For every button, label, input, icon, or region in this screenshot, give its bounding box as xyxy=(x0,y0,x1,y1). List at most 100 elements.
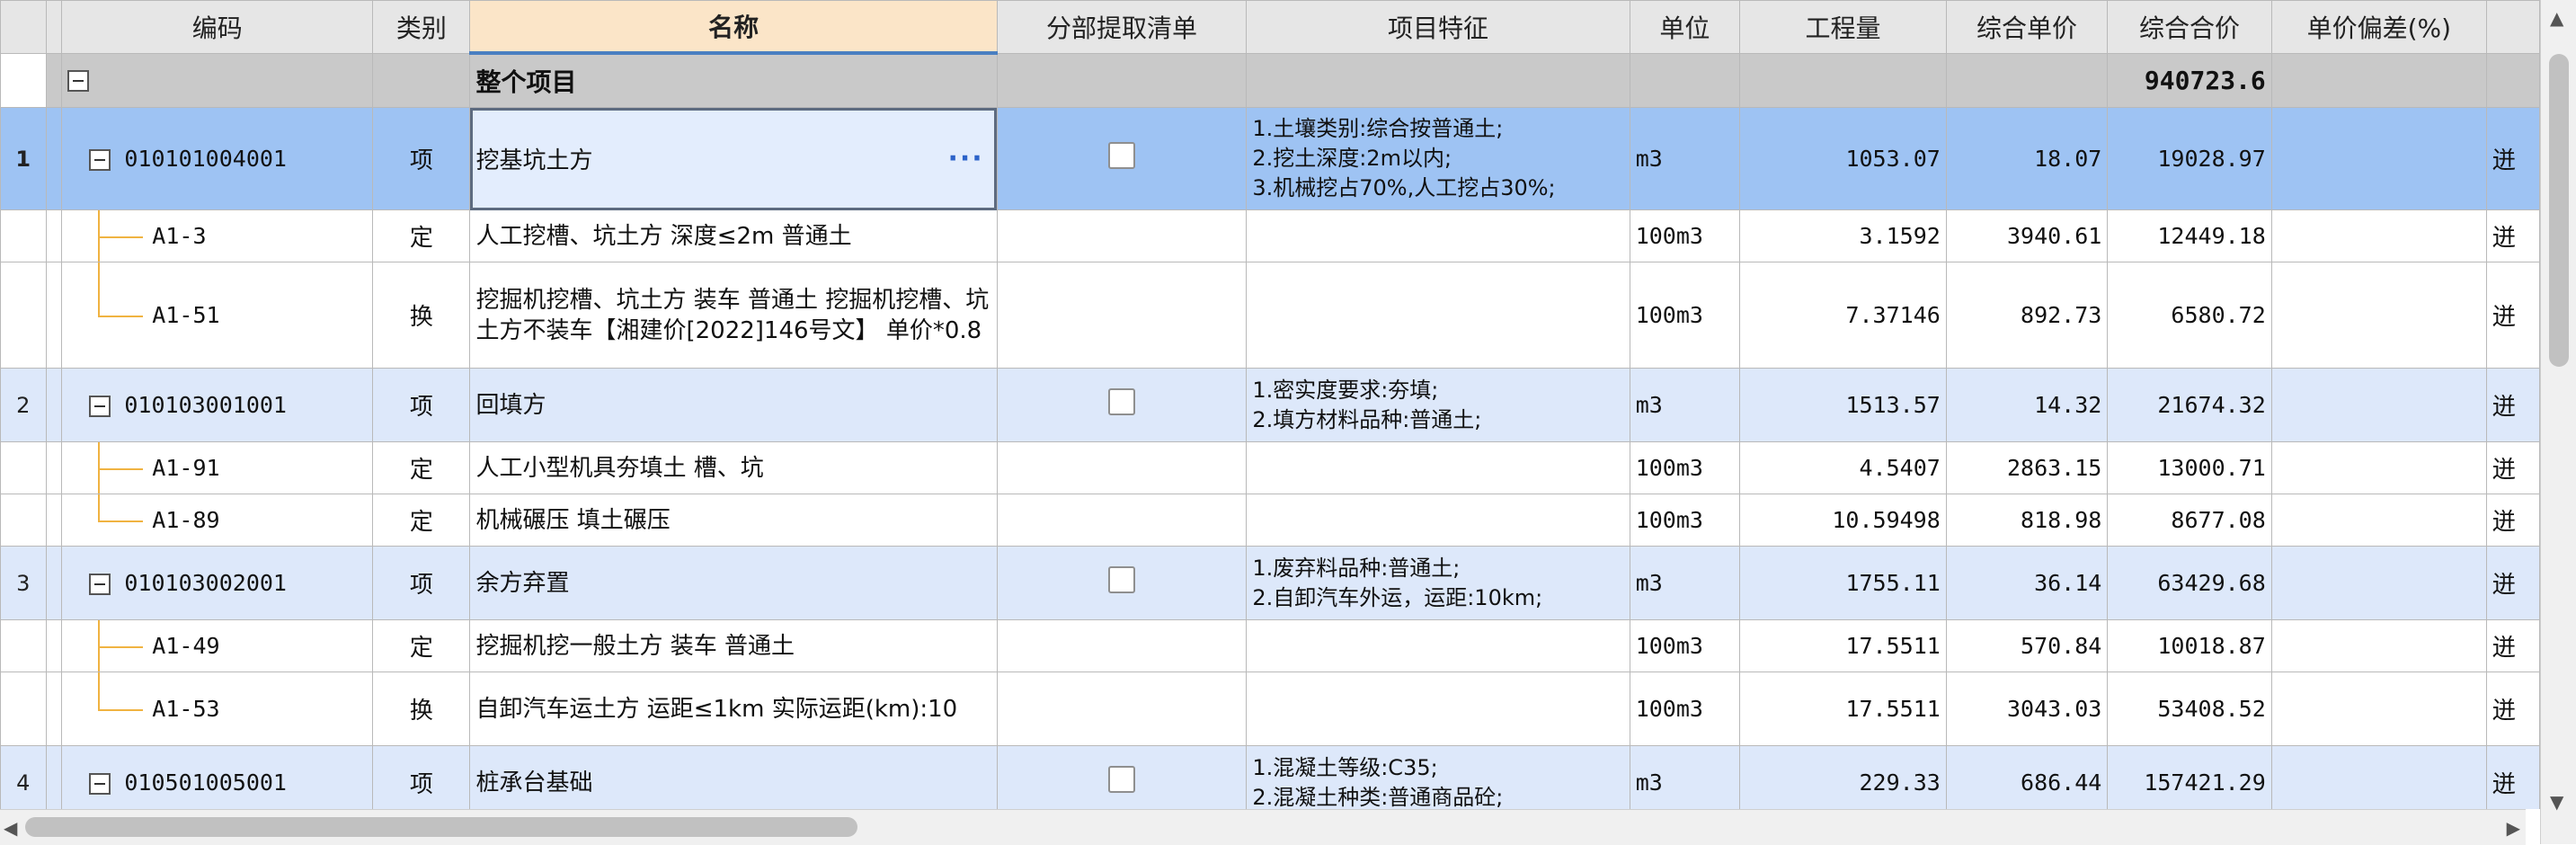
extract-checkbox[interactable] xyxy=(1108,566,1136,593)
column-header-quantity[interactable]: 工程量 xyxy=(1739,0,1947,54)
row-number[interactable] xyxy=(0,52,47,108)
row-number[interactable] xyxy=(0,441,47,494)
code-cell[interactable]: A1-89 xyxy=(61,494,374,547)
category-cell[interactable]: 项 xyxy=(372,546,471,620)
table-row[interactable]: 3 010103002001 项 余方弃置 1.废弃料品种:普通土; 2.自卸汽… xyxy=(0,546,2540,620)
row-number[interactable]: 4 xyxy=(0,745,47,809)
name-cell[interactable]: 人工挖槽、坑土方 深度≤2m 普通土 xyxy=(469,209,998,262)
row-number[interactable] xyxy=(0,262,47,369)
collapse-icon[interactable] xyxy=(67,69,90,92)
code-cell[interactable]: A1-3 xyxy=(61,209,374,262)
row-number[interactable]: 2 xyxy=(0,368,47,442)
deviation-cell[interactable] xyxy=(2270,262,2487,369)
unit-cell[interactable]: 100m3 xyxy=(1629,262,1741,369)
features-cell[interactable]: 1.废弃料品种:普通土; 2.自卸汽车外运，运距:10km; xyxy=(1246,546,1630,620)
features-cell[interactable]: 1.土壤类别:综合按普通土; 2.挖土深度:2m以内; 3.机械挖占70%,人工… xyxy=(1246,107,1630,210)
deviation-cell[interactable] xyxy=(2270,745,2487,809)
total-price-cell[interactable]: 157421.29 xyxy=(2107,745,2272,809)
scroll-right-arrow-icon[interactable]: ▶ xyxy=(2507,817,2520,839)
quantity-cell[interactable]: 10.59498 xyxy=(1739,494,1947,547)
collapse-icon[interactable] xyxy=(89,574,111,595)
column-header-name[interactable]: 名称 xyxy=(469,0,998,55)
row-number[interactable] xyxy=(0,619,47,672)
total-price-cell[interactable]: 12449.18 xyxy=(2107,209,2272,262)
quantity-cell[interactable]: 1053.07 xyxy=(1739,107,1947,210)
category-cell[interactable]: 换 xyxy=(372,262,471,369)
code-cell[interactable]: 010101004001 xyxy=(61,107,374,210)
unit-cell[interactable]: m3 xyxy=(1629,745,1741,809)
table-row[interactable]: A1-51 换 挖掘机挖槽、坑土方 装车 普通土 挖掘机挖槽、坑土方不装车【湘建… xyxy=(0,262,2540,369)
category-cell[interactable]: 定 xyxy=(372,494,471,547)
quantity-cell[interactable]: 17.5511 xyxy=(1739,672,1947,746)
quantity-cell[interactable]: 229.33 xyxy=(1739,745,1947,809)
horizontal-scrollbar[interactable]: ◀ ▶ xyxy=(0,809,2526,845)
unit-cell[interactable]: 100m3 xyxy=(1629,441,1741,494)
column-header-deviation[interactable]: 单价偏差(%) xyxy=(2270,0,2487,54)
unit-cell[interactable]: m3 xyxy=(1629,107,1741,210)
quantity-cell[interactable]: 7.37146 xyxy=(1739,262,1947,369)
name-cell[interactable]: 挖基坑土方 ··· xyxy=(469,107,998,210)
vertical-scrollbar[interactable]: ▲ ▼ xyxy=(2540,0,2576,844)
unit-price-cell[interactable]: 818.98 xyxy=(1945,494,2109,547)
name-cell[interactable]: 人工小型机具夯填土 槽、坑 xyxy=(469,441,998,494)
unit-price-cell[interactable]: 14.32 xyxy=(1945,368,2109,442)
collapse-icon[interactable] xyxy=(89,773,111,795)
quantity-cell[interactable]: 3.1592 xyxy=(1739,209,1947,262)
deviation-cell[interactable] xyxy=(2270,672,2487,746)
table-row[interactable]: A1-3 定 人工挖槽、坑土方 深度≤2m 普通土 100m3 3.1592 3… xyxy=(0,209,2540,262)
table-row[interactable]: A1-91 定 人工小型机具夯填土 槽、坑 100m3 4.5407 2863.… xyxy=(0,441,2540,494)
row-number[interactable] xyxy=(0,672,47,746)
features-cell[interactable] xyxy=(1246,441,1630,494)
quantity-cell[interactable]: 17.5511 xyxy=(1739,619,1947,672)
unit-price-cell[interactable]: 686.44 xyxy=(1945,745,2109,809)
scroll-left-arrow-icon[interactable]: ◀ xyxy=(4,817,17,839)
features-cell[interactable]: 1.密实度要求:夯填; 2.填方材料品种:普通土; xyxy=(1246,368,1630,442)
total-price-cell[interactable]: 8677.08 xyxy=(2107,494,2272,547)
features-cell[interactable]: 1.混凝土等级:C35; 2.混凝土种类:普通商品砼; xyxy=(1246,745,1630,809)
unit-cell[interactable]: 100m3 xyxy=(1629,672,1741,746)
more-options-button[interactable]: ··· xyxy=(948,143,984,174)
total-price-cell[interactable]: 53408.52 xyxy=(2107,672,2272,746)
whole-project-total[interactable]: 940723.6 xyxy=(2107,52,2272,108)
scroll-down-arrow-icon[interactable]: ▼ xyxy=(2550,791,2563,813)
column-header-unit-price[interactable]: 综合单价 xyxy=(1945,0,2109,54)
name-cell[interactable]: 自卸汽车运土方 运距≤1km 实际运距(km):10 xyxy=(469,672,998,746)
total-price-cell[interactable]: 63429.68 xyxy=(2107,546,2272,620)
unit-cell[interactable]: 100m3 xyxy=(1629,209,1741,262)
code-cell[interactable]: 010103002001 xyxy=(61,546,374,620)
table-row[interactable]: A1-49 定 挖掘机挖一般土方 装车 普通土 100m3 17.5511 57… xyxy=(0,619,2540,672)
quantity-cell[interactable]: 1755.11 xyxy=(1739,546,1947,620)
deviation-cell[interactable] xyxy=(2270,546,2487,620)
unit-price-cell[interactable]: 3940.61 xyxy=(1945,209,2109,262)
deviation-cell[interactable] xyxy=(2270,441,2487,494)
code-cell[interactable]: 010103001001 xyxy=(61,368,374,442)
name-cell[interactable]: 余方弃置 xyxy=(469,546,998,620)
category-cell[interactable]: 项 xyxy=(372,107,471,210)
category-cell[interactable]: 换 xyxy=(372,672,471,746)
deviation-cell[interactable] xyxy=(2270,619,2487,672)
deviation-cell[interactable] xyxy=(2270,209,2487,262)
table-row[interactable]: A1-53 换 自卸汽车运土方 运距≤1km 实际运距(km):10 100m3… xyxy=(0,672,2540,746)
total-price-cell[interactable]: 6580.72 xyxy=(2107,262,2272,369)
code-cell[interactable]: A1-51 xyxy=(61,262,374,369)
unit-price-cell[interactable]: 570.84 xyxy=(1945,619,2109,672)
features-cell[interactable] xyxy=(1246,262,1630,369)
extract-checkbox[interactable] xyxy=(1108,766,1136,793)
code-cell[interactable]: 010501005001 xyxy=(61,745,374,809)
table-row[interactable]: 4 010501005001 项 桩承台基础 1.混凝土等级:C35; 2.混凝… xyxy=(0,745,2540,809)
quantity-cell[interactable]: 1513.57 xyxy=(1739,368,1947,442)
unit-price-cell[interactable]: 892.73 xyxy=(1945,262,2109,369)
category-cell[interactable]: 项 xyxy=(372,368,471,442)
category-cell[interactable]: 项 xyxy=(372,745,471,809)
category-cell[interactable]: 定 xyxy=(372,441,471,494)
unit-price-cell[interactable]: 18.07 xyxy=(1945,107,2109,210)
code-cell[interactable]: A1-91 xyxy=(61,441,374,494)
scroll-up-arrow-icon[interactable]: ▲ xyxy=(2550,7,2563,29)
collapse-icon[interactable] xyxy=(89,396,111,417)
features-cell[interactable] xyxy=(1246,672,1630,746)
table-row[interactable]: 2 010103001001 项 回填方 1.密实度要求:夯填; 2.填方材料品… xyxy=(0,368,2540,442)
row-number[interactable] xyxy=(0,209,47,262)
collapse-icon[interactable] xyxy=(89,149,111,171)
corner-cell[interactable] xyxy=(0,0,47,54)
extract-checkbox[interactable] xyxy=(1108,142,1136,169)
